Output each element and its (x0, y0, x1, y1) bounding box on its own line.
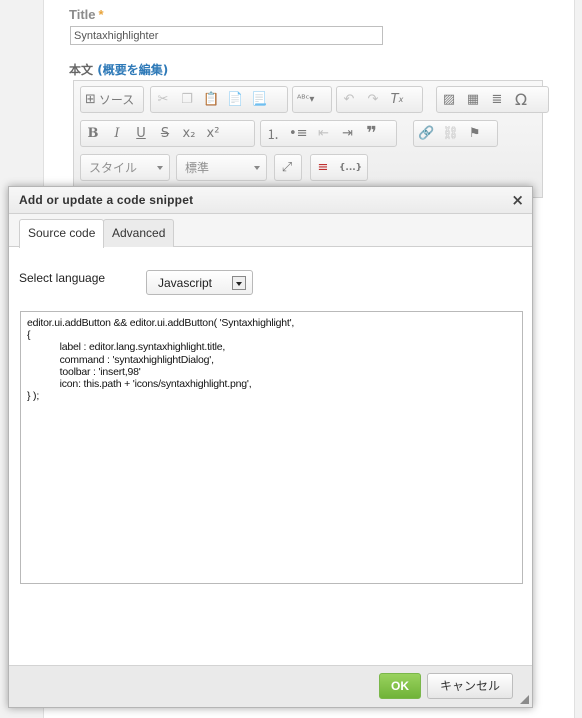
insert-group: ▨ ▦ ≣ Ω (436, 86, 549, 113)
subscript-button[interactable]: x₂ (177, 121, 201, 146)
required-mark: * (98, 7, 104, 22)
source-icon: ⊞ (85, 92, 96, 107)
unlink-icon[interactable]: ⛓ (438, 121, 463, 146)
code-line: { (27, 329, 31, 342)
format-combo-label: 標準 (185, 161, 210, 175)
cut-icon[interactable]: ✂ (151, 87, 175, 112)
title-label-text: Title (69, 7, 96, 22)
body-label-text: 本文 (69, 63, 94, 77)
redo-icon[interactable]: ↷ (361, 87, 385, 112)
dialog-header: Add or update a code snippet × (9, 187, 532, 214)
blockquote-icon[interactable]: ❞ (360, 121, 384, 146)
italic-button[interactable]: I (105, 121, 129, 146)
ok-button[interactable]: OK (379, 673, 421, 699)
code-line: icon: this.path + 'icons/syntaxhighlight… (27, 378, 252, 391)
underline-button[interactable]: U (129, 121, 153, 146)
spellcheck-icon[interactable]: ᴬᴮᶜ▾ (293, 87, 318, 112)
edit-summary-link[interactable]: 概要を編集 (103, 63, 163, 77)
language-select-value: Javascript (158, 276, 213, 290)
format-combo-chevron-down-icon (254, 166, 260, 170)
dialog-tabbar: Source code Advanced (9, 214, 532, 248)
paste-word-icon[interactable]: 📃 (247, 87, 271, 112)
outdent-icon[interactable]: ⇤ (312, 121, 336, 146)
body-field-label: 本文 (概要を編集) (69, 61, 168, 78)
code-line: editor.ui.addButton && editor.ui.addButt… (27, 317, 295, 329)
language-select[interactable]: Javascript (146, 270, 253, 295)
paragraph-group: ⒈ •≡ ⇤ ⇥ ❞ (260, 120, 397, 147)
special-char-icon[interactable]: Ω (509, 87, 533, 112)
paste-icon[interactable]: 📋 (199, 87, 223, 112)
code-line: } ); (27, 390, 40, 403)
numbered-list-icon[interactable]: ⒈ (261, 121, 285, 146)
undo-icon[interactable]: ↶ (337, 87, 361, 112)
style-combo[interactable]: スタイル (80, 154, 170, 181)
title-input[interactable] (70, 26, 383, 45)
page-right-edge (574, 0, 582, 718)
maximize-icon[interactable]: ⤢ (275, 155, 299, 180)
tab-source-code[interactable]: Source code (19, 219, 105, 248)
clipboard-group: ✂ ❐ 📋 📄 📃 (150, 86, 288, 113)
link-icon[interactable]: 🔗 (414, 121, 438, 146)
code-line: label : editor.lang.syntaxhighlight.titl… (27, 341, 226, 354)
maximize-group: ⤢ (274, 154, 302, 181)
table-icon[interactable]: ▦ (461, 87, 485, 112)
code-textarea[interactable]: editor.ui.addButton && editor.ui.addButt… (20, 311, 523, 584)
tab-advanced[interactable]: Advanced (103, 219, 175, 247)
editor-toolbar: ⊞ ソース ✂ ❐ 📋 📄 📃 ᴬᴮᶜ▾ ↶ ↷ Tx ▨ ▦ ≣ Ω B I … (73, 80, 549, 198)
links-group: 🔗 ⛓ ⚑ (413, 120, 498, 147)
spellcheck-group: ᴬᴮᶜ▾ (292, 86, 332, 113)
select-language-label: Select language (19, 271, 106, 285)
image-icon[interactable]: ▨ (437, 87, 461, 112)
blocks-group: ≡ {...} (310, 154, 368, 181)
anchor-flag-icon[interactable]: ⚑ (463, 121, 487, 146)
dialog-footer: OK キャンセル (9, 665, 532, 707)
undo-group: ↶ ↷ Tx (336, 86, 423, 113)
code-line: toolbar : 'insert,98' (27, 365, 141, 378)
horizontal-rule-icon[interactable]: ≣ (485, 87, 509, 112)
style-combo-chevron-down-icon (157, 166, 163, 170)
basic-styles-group: B I U S x₂ x² (80, 120, 255, 147)
show-blocks-icon[interactable]: ≡ (311, 155, 335, 180)
remove-format-icon[interactable]: Tx (385, 87, 409, 112)
code-snippet-icon[interactable]: {...} (335, 155, 366, 180)
strike-button[interactable]: S (153, 121, 177, 146)
bold-button[interactable]: B (81, 121, 105, 146)
title-field-label: Title * (69, 7, 104, 22)
indent-icon[interactable]: ⇥ (336, 121, 360, 146)
bulleted-list-icon[interactable]: •≡ (285, 121, 312, 146)
close-icon[interactable]: × (511, 191, 524, 209)
source-button[interactable]: ⊞ ソース (81, 87, 138, 112)
code-snippet-dialog: Add or update a code snippet × Source co… (8, 186, 533, 708)
format-combo[interactable]: 標準 (176, 154, 267, 181)
chevron-down-icon[interactable] (232, 276, 246, 290)
copy-icon[interactable]: ❐ (175, 87, 199, 112)
paste-text-icon[interactable]: 📄 (223, 87, 247, 112)
cancel-button[interactable]: キャンセル (427, 673, 513, 699)
resize-grip-icon[interactable] (520, 695, 529, 704)
dialog-title: Add or update a code snippet (19, 193, 194, 207)
body-label-close-paren: ) (162, 63, 169, 77)
style-combo-label: スタイル (89, 161, 138, 175)
source-button-label: ソース (98, 93, 135, 107)
superscript-button[interactable]: x² (201, 121, 225, 146)
source-group: ⊞ ソース (80, 86, 144, 113)
code-line: command : 'syntaxhighlightDialog', (27, 353, 214, 366)
